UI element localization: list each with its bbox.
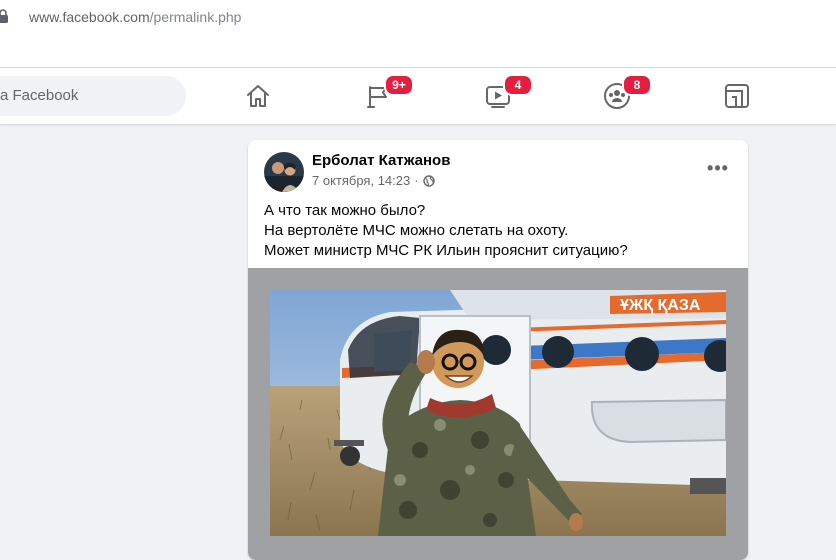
avatar-image — [264, 152, 304, 192]
search-input[interactable]: а Facebook — [0, 76, 186, 116]
watch-badge: 4 — [503, 74, 533, 96]
post-line: А что так можно было? — [264, 202, 426, 219]
photo-image: ҰЖҚ ҚАЗА — [270, 290, 726, 536]
home-icon[interactable] — [244, 82, 272, 110]
globe-icon — [422, 174, 435, 187]
url-field[interactable]: www.facebook.com/permalink.php — [29, 9, 241, 25]
pages-badge: 9+ — [384, 74, 414, 96]
gaming-icon[interactable] — [723, 82, 751, 110]
facebook-top-bar: а Facebook 9+ 4 8 — [0, 68, 836, 124]
post-author[interactable]: Ерболат Катжанов — [312, 152, 450, 169]
post-photo[interactable]: ҰЖҚ ҚАЗА — [270, 290, 726, 536]
post-timestamp[interactable]: 7 октября, 14:23 — [312, 173, 410, 188]
avatar[interactable] — [264, 152, 304, 192]
url-path: /permalink.php — [149, 9, 242, 25]
post-card: Ерболат Катжанов 7 октября, 14:23 · ••• … — [248, 140, 748, 560]
url-host: www.facebook.com — [29, 9, 150, 25]
post-photo-area: ҰЖҚ ҚАЗА — [248, 268, 748, 560]
meta-separator: · — [414, 173, 419, 188]
browser-address-bar: www.facebook.com/permalink.php — [0, 0, 836, 68]
post-line: Может министр МЧС РК Ильин прояснит ситу… — [264, 242, 628, 259]
post-message: А что так можно было? На вертолёте МЧС м… — [264, 201, 734, 261]
post-meta: 7 октября, 14:23 · — [312, 173, 435, 188]
lock-icon — [0, 9, 8, 23]
helicopter-lettering: ҰЖҚ ҚАЗА — [620, 297, 701, 314]
search-placeholder: а Facebook — [0, 87, 79, 104]
more-options-button[interactable]: ••• — [700, 158, 736, 182]
groups-badge: 8 — [622, 74, 652, 96]
post-line: На вертолёте МЧС можно слетать на охоту. — [264, 222, 569, 239]
